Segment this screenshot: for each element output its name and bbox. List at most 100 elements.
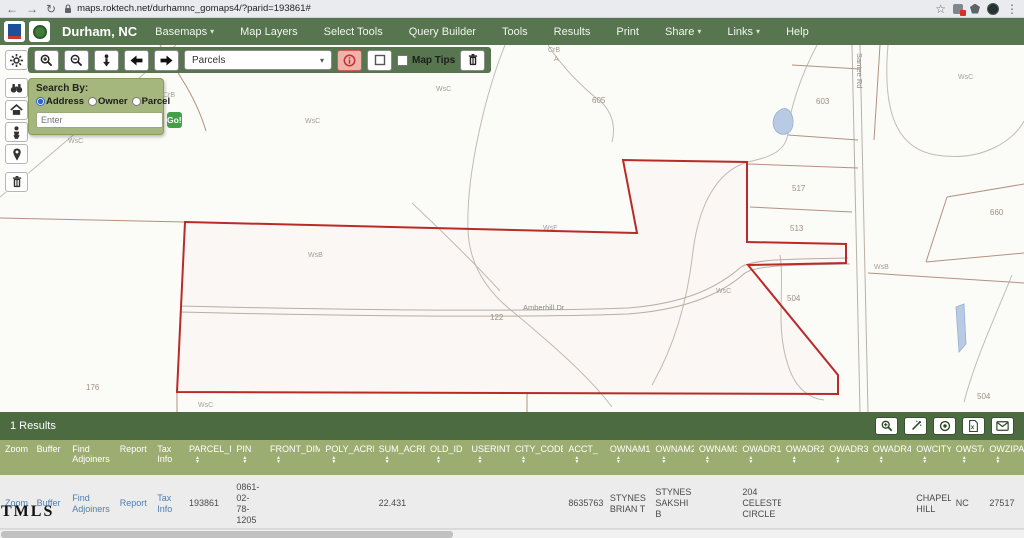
- email-results-button[interactable]: [991, 417, 1014, 435]
- column-header-city-code[interactable]: CITY_CODE▲▼: [510, 440, 563, 475]
- row-action-tax-info[interactable]: Tax Info: [157, 493, 181, 515]
- nav-item-map-layers[interactable]: Map Layers: [240, 26, 297, 38]
- settings-button[interactable]: [5, 50, 28, 70]
- column-header-parcel-id[interactable]: PARCEL_ID▲▼: [184, 440, 231, 475]
- search-radio-address[interactable]: [36, 97, 45, 106]
- county-logo[interactable]: [4, 21, 25, 42]
- results-count: 1 Results: [10, 420, 56, 432]
- column-header-pin[interactable]: PIN▲▼: [231, 440, 265, 475]
- column-header-ownam3[interactable]: OWNAM3▲▼: [694, 440, 737, 475]
- sort-icon[interactable]: ▲▼: [331, 456, 370, 464]
- sort-icon[interactable]: ▲▼: [276, 456, 317, 464]
- previous-extent-button[interactable]: [124, 50, 149, 71]
- extensions-icon[interactable]: [970, 4, 980, 14]
- search-input[interactable]: [36, 112, 163, 128]
- nav-item-tools[interactable]: Tools: [502, 26, 528, 38]
- bookmark-star-icon[interactable]: ☆: [935, 3, 946, 15]
- sort-icon[interactable]: ▲▼: [574, 456, 602, 464]
- pan-button[interactable]: [94, 50, 119, 71]
- column-header-userint[interactable]: USERINT▲▼: [467, 440, 510, 475]
- sort-icon[interactable]: ▲▼: [385, 456, 422, 464]
- sort-icon[interactable]: ▲▼: [195, 456, 228, 464]
- column-header-owadr4[interactable]: OWADR4▲▼: [868, 440, 911, 475]
- column-header-acct[interactable]: ACCT_▲▼: [563, 440, 605, 475]
- browser-menu-icon[interactable]: ⋮: [1006, 3, 1018, 15]
- column-header-ownam1[interactable]: OWNAM1▲▼: [605, 440, 650, 475]
- search-option-address[interactable]: Address: [36, 96, 84, 107]
- map-canvas[interactable]: Parcels ▾ Map Tips Search By: AddressOwn…: [0, 45, 1024, 412]
- nav-item-basemaps[interactable]: Basemaps▾: [155, 26, 214, 38]
- sort-icon[interactable]: ▲▼: [792, 456, 821, 464]
- browser-refresh-icon[interactable]: ↻: [46, 3, 56, 15]
- address-bar[interactable]: maps.roktech.net/durhamnc_gomaps4/?parid…: [64, 3, 927, 14]
- extension-badge-icon[interactable]: [953, 4, 963, 14]
- street-view-button[interactable]: [5, 122, 28, 142]
- nav-item-links[interactable]: Links▾: [727, 26, 760, 38]
- next-extent-button[interactable]: [154, 50, 179, 71]
- map-tips-toggle[interactable]: Map Tips: [397, 55, 455, 66]
- column-header-front-dim[interactable]: FRONT_DIM▲▼: [265, 440, 320, 475]
- column-header-owadr1[interactable]: OWADR1▲▼: [737, 440, 780, 475]
- zoom-out-button[interactable]: [64, 50, 89, 71]
- layer-select[interactable]: Parcels ▾: [184, 50, 332, 70]
- map-tips-checkbox[interactable]: [397, 55, 408, 66]
- column-header-owzipa[interactable]: OWZIPA▲▼: [984, 440, 1024, 475]
- sort-icon[interactable]: ▲▼: [661, 456, 690, 464]
- sort-icon[interactable]: ▲▼: [748, 456, 777, 464]
- rectangle-select-button[interactable]: [367, 50, 392, 71]
- sort-icon[interactable]: ▲▼: [922, 456, 948, 464]
- row-action-zoom[interactable]: Zoom: [5, 498, 29, 509]
- column-header-owsta[interactable]: OWSTA▲▼: [951, 440, 985, 475]
- location-marker-button[interactable]: [5, 144, 28, 164]
- browser-forward-icon[interactable]: →: [26, 3, 38, 15]
- home-button[interactable]: [5, 100, 28, 120]
- column-header-ownam2[interactable]: OWNAM2▲▼: [650, 440, 693, 475]
- sort-icon[interactable]: ▲▼: [616, 456, 647, 464]
- column-header-owadr3[interactable]: OWADR3▲▼: [824, 440, 867, 475]
- find-button[interactable]: [5, 78, 28, 98]
- sort-icon[interactable]: ▲▼: [835, 456, 864, 464]
- go-button[interactable]: Go!: [167, 112, 182, 128]
- horizontal-scrollbar[interactable]: [0, 529, 1024, 538]
- browser-back-icon[interactable]: ←: [6, 3, 18, 15]
- gomaps-logo[interactable]: [29, 21, 50, 42]
- sort-icon[interactable]: ▲▼: [995, 456, 1021, 464]
- select-records-button[interactable]: [933, 417, 956, 435]
- sort-icon[interactable]: ▲▼: [962, 456, 982, 464]
- row-action-buffer[interactable]: Buffer: [37, 498, 65, 509]
- column-header-owadr2[interactable]: OWADR2▲▼: [781, 440, 824, 475]
- zoom-to-results-button[interactable]: [875, 417, 898, 435]
- search-radio-owner[interactable]: [88, 97, 97, 106]
- nav-item-select-tools[interactable]: Select Tools: [324, 26, 383, 38]
- browser-profile-avatar[interactable]: [987, 3, 999, 15]
- nav-item-print[interactable]: Print: [616, 26, 639, 38]
- clear-selection-button[interactable]: [460, 50, 485, 71]
- sort-icon[interactable]: ▲▼: [521, 456, 560, 464]
- column-header-poly-acre[interactable]: POLY_ACRE▲▼: [320, 440, 373, 475]
- nav-item-results[interactable]: Results: [554, 26, 591, 38]
- sort-icon[interactable]: ▲▼: [879, 456, 908, 464]
- column-header-old-id[interactable]: OLD_ID▲▼: [425, 440, 467, 475]
- search-radio-parcel[interactable]: [132, 97, 141, 106]
- results-header-bar: 1 Results x: [0, 412, 1024, 440]
- identify-button[interactable]: [337, 50, 362, 71]
- scrollbar-thumb[interactable]: [1, 531, 453, 538]
- nav-item-help[interactable]: Help: [786, 26, 809, 38]
- sort-icon[interactable]: ▲▼: [478, 456, 507, 464]
- column-header-owcity[interactable]: OWCITY▲▼: [911, 440, 951, 475]
- row-action-report[interactable]: Report: [120, 498, 150, 509]
- buffer-wizard-button[interactable]: [904, 417, 927, 435]
- export-results-button[interactable]: x: [962, 417, 985, 435]
- clear-graphics-button[interactable]: [5, 172, 28, 192]
- nav-item-query-builder[interactable]: Query Builder: [409, 26, 476, 38]
- search-option-parcel[interactable]: Parcel: [132, 96, 171, 107]
- sort-icon[interactable]: ▲▼: [242, 456, 262, 464]
- column-header-sum-acre[interactable]: SUM_ACRE▲▼: [374, 440, 425, 475]
- column-header-label: Report: [120, 444, 147, 454]
- row-action-find-adjoiners[interactable]: Find Adjoiners: [72, 493, 111, 515]
- zoom-in-button[interactable]: [34, 50, 59, 71]
- search-option-owner[interactable]: Owner: [88, 96, 128, 107]
- sort-icon[interactable]: ▲▼: [705, 456, 734, 464]
- sort-icon[interactable]: ▲▼: [436, 456, 464, 464]
- nav-item-share[interactable]: Share▾: [665, 26, 701, 38]
